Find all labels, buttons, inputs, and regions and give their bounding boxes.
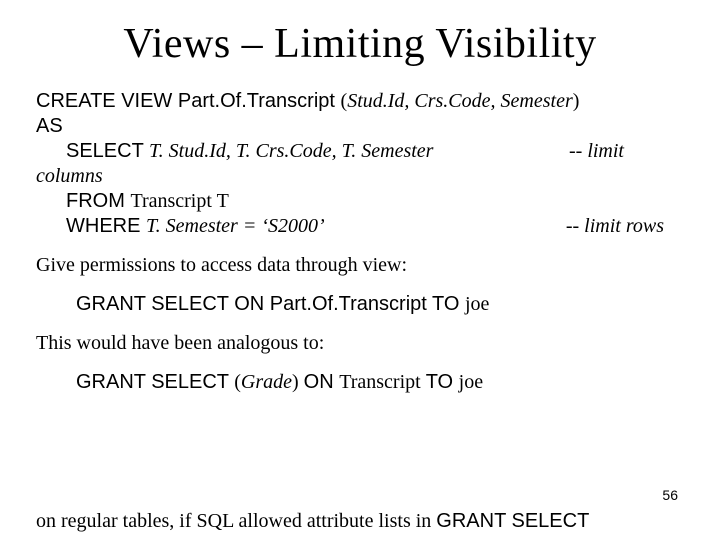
kw-on-2: ON [304, 371, 340, 393]
slide: Views – Limiting Visibility CREATE VIEW … [0, 0, 720, 540]
grant-line-2: GRANT SELECT (Grade) ON Transcript TO jo… [36, 370, 684, 395]
kw-grant-1: GRANT SELECT ON [76, 293, 270, 315]
kw-to-2: TO [426, 371, 459, 393]
kw-create: CREATE VIEW [36, 90, 178, 112]
perm-intro: Give permissions to access data through … [36, 253, 684, 278]
code-line-where: -- limit rows WHERE T. Semester = ‘S2000… [36, 214, 684, 239]
analog-intro: This would have been analogous to: [36, 331, 684, 356]
create-view-block: CREATE VIEW Part.Of.Transcript (Stud.Id,… [36, 89, 684, 239]
grant2-obj: Transcript [339, 371, 425, 393]
code-line-create: CREATE VIEW Part.Of.Transcript (Stud.Id,… [36, 89, 684, 114]
grant1-obj: Part.Of.Transcript [270, 293, 432, 315]
grant1-user: joe [465, 293, 489, 315]
grant2-col: Grade [241, 371, 292, 393]
view-name: Part.Of.Transcript [178, 90, 341, 112]
footer-line: on regular tables, if SQL allowed attrib… [36, 509, 684, 534]
kw-from: FROM [66, 190, 130, 212]
comment-columns-a: -- limit [569, 139, 684, 164]
from-alias: T [217, 190, 229, 212]
kw-grant-2: GRANT SELECT [76, 371, 234, 393]
select-cols: T. Stud.Id, T. Crs.Code, T. Semester [149, 140, 433, 162]
slide-title: Views – Limiting Visibility [36, 18, 684, 71]
kw-to-1: TO [432, 293, 465, 315]
where-pred: T. Semester = ‘S2000’ [146, 215, 325, 237]
footer-b: GRANT SELECT [436, 510, 589, 532]
code-line-as: AS [36, 114, 684, 139]
kw-select: SELECT [66, 140, 149, 162]
sig-args: Stud.Id, Crs.Code, Semester [347, 90, 573, 112]
page-number: 56 [662, 487, 678, 505]
code-line-select: -- limit SELECT T. Stud.Id, T. Crs.Code,… [36, 139, 684, 164]
grant2-user: joe [459, 371, 483, 393]
footer-a: on regular tables, if SQL allowed attrib… [36, 510, 436, 532]
grant2-open: ( [234, 371, 241, 393]
comment-rows: -- limit rows [566, 214, 684, 239]
kw-where: WHERE [66, 215, 146, 237]
code-line-from: FROM Transcript T [36, 189, 684, 214]
comment-columns-b: columns [36, 164, 684, 189]
grant2-close: ) [292, 371, 304, 393]
grant-line-1: GRANT SELECT ON Part.Of.Transcript TO jo… [36, 292, 684, 317]
from-table: Transcript [130, 190, 216, 212]
sig-close: ) [573, 90, 580, 112]
